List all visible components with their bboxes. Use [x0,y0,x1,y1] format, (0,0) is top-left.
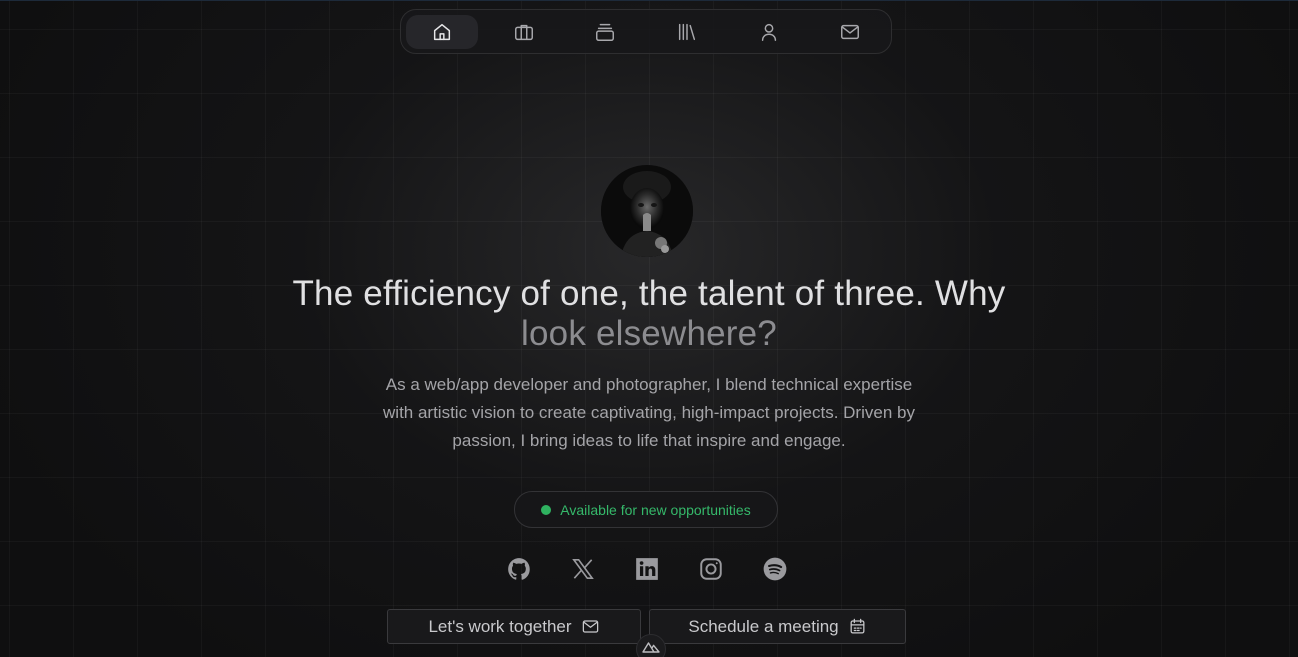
schedule-meeting-button[interactable]: Schedule a meeting [649,609,906,644]
briefcase-icon [514,24,533,40]
nuxt-devtools-badge[interactable] [636,634,666,657]
schedule-meeting-label: Schedule a meeting [688,616,839,636]
nav-item-contact[interactable] [814,15,886,49]
nav-item-work[interactable] [488,15,560,49]
spotify-icon [763,557,787,581]
top-border [0,0,1298,1]
home-icon [433,23,450,40]
library-icon [678,23,695,40]
work-together-label: Let's work together [428,616,572,636]
page-title: The efficiency of one, the talent of thr… [200,274,1098,354]
social-link-instagram[interactable] [679,537,743,601]
x-icon [572,558,594,580]
nuxt-icon [642,642,660,653]
nav-item-projects[interactable] [569,15,641,49]
avatar [601,165,693,257]
social-link-linkedin[interactable] [615,537,679,601]
status-dot [541,504,552,515]
hero-description: As a web/app developer and photographer,… [383,375,915,450]
linkedin-icon [636,558,658,580]
stack-icon [596,23,615,41]
status-badge: Available for new opportunities [514,491,778,528]
social-links [487,537,807,601]
social-link-x[interactable] [551,537,615,601]
nav-item-home[interactable] [406,14,478,49]
mail-icon [582,620,598,633]
social-link-spotify[interactable] [743,537,807,601]
calendar-icon [850,618,865,634]
nav-item-about[interactable] [733,15,805,49]
github-icon [508,558,530,580]
status-text: Available for new opportunities [560,501,751,518]
page: The efficiency of one, the talent of thr… [0,0,1298,657]
instagram-icon [700,558,722,580]
mail-icon [841,24,860,39]
top-nav [400,9,892,54]
headline-line-2: look elsewhere? [521,314,777,353]
work-together-button[interactable]: Let's work together [387,609,641,644]
headline-line-1: The efficiency of one, the talent of thr… [292,274,1006,313]
user-icon [761,23,776,41]
nav-item-library[interactable] [651,15,723,49]
social-link-github[interactable] [487,537,551,601]
